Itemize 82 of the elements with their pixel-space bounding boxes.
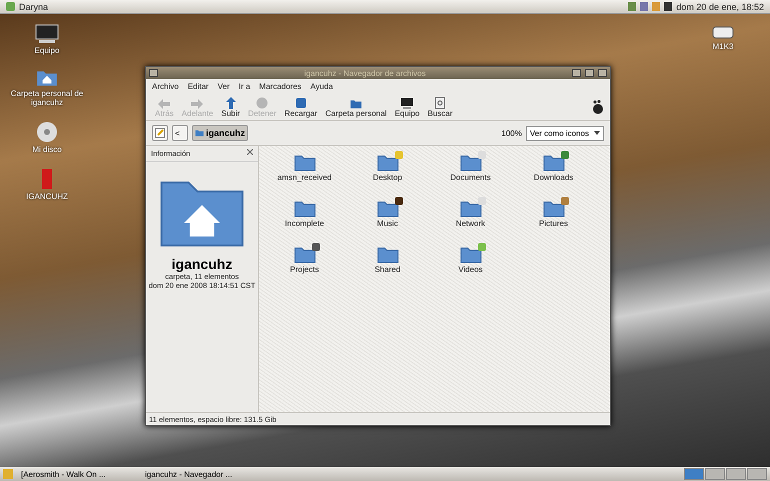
folder-icon [542,154,564,172]
emblem-icon [478,243,486,251]
file-name[interactable]: Desktop [372,172,402,182]
close-icon[interactable] [247,149,253,155]
file-name[interactable]: Pictures [539,218,568,228]
folder-icon [376,154,398,172]
desktop-icon-label[interactable]: Carpeta personal de igancuhz [8,89,86,107]
pencil-icon [155,128,165,138]
task-button[interactable]: igancuhz - Navegador ... [141,468,261,480]
maximize-button[interactable] [585,69,594,77]
file-name[interactable]: Network [456,218,486,228]
reload-icon [294,97,307,109]
toolbar-button[interactable]: Carpeta personal [322,99,390,118]
folder-icon [376,200,398,218]
workspace-button[interactable] [747,468,767,480]
menu-item[interactable]: Ir a [238,82,250,90]
user-menu[interactable]: Daryna [19,2,48,12]
disc-icon [36,121,58,143]
stop-icon [256,97,268,109]
up-arrow-icon [226,97,236,109]
toolbar-button[interactable]: Recargar [281,97,320,118]
back-arrow-icon [158,99,170,109]
folder-name: igancuhz [172,256,232,272]
forward-arrow-icon [191,99,204,109]
task-button[interactable]: [Aerosmith - Walk On ... [17,468,137,480]
toolbar-button[interactable]: Equipo [392,98,423,118]
file-name[interactable]: Videos [458,264,483,274]
folder-icon [542,200,564,218]
emblem-icon [560,197,568,205]
emblem-icon [394,197,402,205]
view-select[interactable]: Ver como iconos [526,126,604,140]
monitor-icon [35,24,59,44]
emblem-icon [394,151,402,159]
window-title: igancuhz - Navegador de archivos [304,68,426,78]
folder-icon [294,200,316,218]
foot-logo-icon [592,100,604,114]
file-name[interactable]: Incomplete [284,218,324,228]
zoom-level: 100% [501,128,522,138]
home-folder-icon [350,99,362,109]
file-name[interactable]: amsn_received [277,172,332,182]
menu-item[interactable]: Ver [218,82,230,90]
window-menu-button[interactable] [149,69,158,77]
edit-location-button[interactable] [152,125,168,141]
emblem-icon [478,151,486,159]
minimize-button[interactable] [572,69,581,77]
desktop-icon-label[interactable]: M1K3 [684,42,762,51]
file-name[interactable]: Shared [374,264,400,274]
file-name[interactable]: Documents [450,172,491,182]
file-name[interactable]: Music [377,218,398,228]
emblem-icon [478,197,486,205]
menu-item[interactable]: Ayuda [310,82,333,90]
path-back-button[interactable]: < [172,125,188,141]
desktop-icon-label[interactable]: Equipo [8,46,86,55]
desktop-icon-label[interactable]: Mi disco [8,145,86,154]
usb-drive-icon [41,168,53,190]
file-name[interactable]: Downloads [534,172,574,182]
folder-icon [460,200,482,218]
toolbar-button[interactable]: Subir [218,97,243,118]
folder-icon [460,154,482,172]
caret-icon [594,131,600,135]
desktop-icon-label[interactable]: IGANCUHZ [8,192,86,201]
emblem-icon [312,243,320,251]
folder-icon [460,246,482,264]
workspace-button[interactable] [705,468,725,480]
file-name[interactable]: Projects [290,264,319,274]
path-button[interactable]: igancuhz [192,125,248,141]
folder-icon [294,154,316,172]
toolbar-button[interactable]: Buscar [424,97,456,118]
workspace-button[interactable] [726,468,746,480]
app-menu-icon [6,2,15,11]
folder-icon [376,246,398,264]
clock[interactable]: dom 20 de ene, 18:52 [676,2,764,12]
folder-icon [294,246,316,264]
emblem-icon [560,151,568,159]
menu-item[interactable]: Archivo [152,82,179,90]
close-button[interactable] [598,69,607,77]
menu-item[interactable]: Editar [188,82,209,90]
menu-item[interactable]: Marcadores [259,82,302,90]
monitor-icon [401,98,414,109]
folder-icon [195,129,204,137]
search-icon [435,97,446,109]
drive-icon [712,24,734,40]
